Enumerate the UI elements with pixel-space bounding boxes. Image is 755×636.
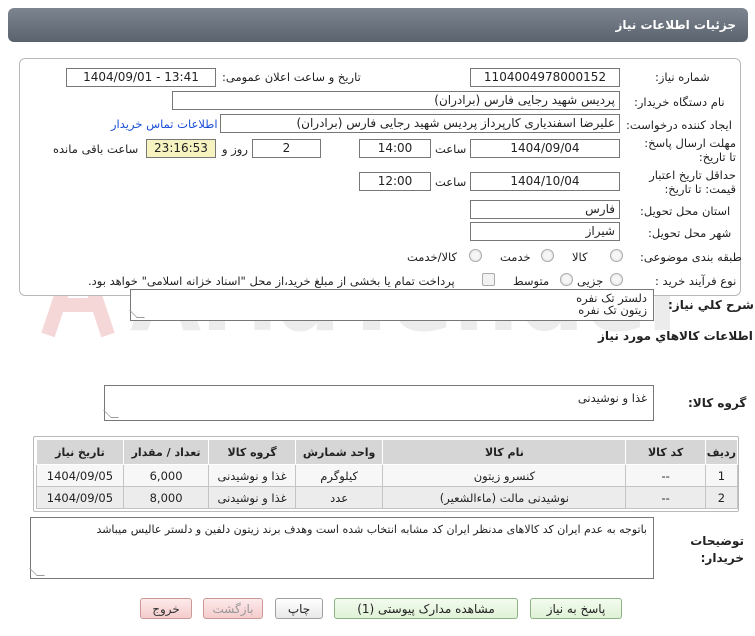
cell-qty: 6,000	[122, 464, 210, 487]
cell-group: غذا و نوشیدنی	[208, 464, 296, 487]
buyer-org-field[interactable]: پردیس شهید رجایی فارس (برادران)	[172, 91, 620, 110]
table-row[interactable]: 2 -- نوشیدنی مالت (ماءالشعیر) عدد غذا و …	[36, 486, 739, 509]
category-goods-radio[interactable]	[610, 249, 623, 262]
goods-group-label: گروه كالا:	[688, 396, 747, 410]
validity-date-field[interactable]: 1404/10/04	[470, 172, 620, 191]
requester-label: ايجاد کننده درخواست:	[626, 118, 732, 132]
announce-field[interactable]: 1404/09/01 - 13:41	[66, 68, 216, 87]
need-number-label: شماره نياز:	[655, 70, 710, 84]
announce-label: تاريخ و ساعت اعلان عمومی:	[222, 70, 361, 84]
days-label: روز و	[222, 142, 248, 156]
print-button[interactable]: چاپ	[275, 598, 323, 619]
process-label: نوع فرآیند خرید :	[655, 274, 737, 288]
page-title: جزئيات اطلاعات نياز	[8, 8, 748, 42]
cell-code: --	[625, 486, 706, 509]
validity-time-field[interactable]: 12:00	[359, 172, 431, 191]
process-small-label: جزیی	[577, 274, 604, 288]
goods-group-field[interactable]: غذا و نوشیدنی	[103, 385, 654, 421]
remaining-time-field: 23:16:53	[146, 139, 216, 158]
goods-group-value: غذا و نوشیدنی	[577, 391, 647, 405]
col-group: گروه كالا	[208, 439, 296, 465]
col-qty: تعداد / مقدار	[122, 439, 210, 465]
summary-line-2: زیتون تک نفره	[578, 303, 647, 317]
back-button[interactable]: بازگشت	[203, 598, 263, 619]
buyer-notes-textarea[interactable]: باتوجه به عدم ایران کد کالاهای مدنظر ایر…	[29, 517, 654, 579]
col-code: كد كالا	[625, 439, 706, 465]
category-service-radio[interactable]	[541, 249, 554, 262]
process-medium-label: متوسط	[513, 274, 550, 288]
cell-group: غذا و نوشیدنی	[208, 486, 296, 509]
validity-time-label: ساعت	[435, 175, 467, 189]
reply-button[interactable]: پاسخ به نياز	[530, 598, 622, 619]
need-number-field[interactable]: 1104004978000152	[470, 68, 620, 87]
items-table: رديف كد كالا نام كالا واحد شمارش گروه كا…	[36, 439, 739, 509]
buyer-notes-label: توضيحات خريدار:	[690, 534, 744, 565]
table-row[interactable]: 1 -- کنسرو زیتون کیلوگرم غذا و نوشیدنی 6…	[36, 464, 739, 487]
city-field[interactable]: شیراز	[470, 222, 620, 241]
goods-section-title: اطلاعات كالاهاي مورد نياز	[598, 329, 753, 343]
cell-row: 1	[704, 464, 739, 487]
cell-date: 1404/09/05	[36, 464, 124, 487]
buyer-notes-text: باتوجه به عدم ایران کد کالاهای مدنظر ایر…	[96, 523, 647, 536]
summary-label: شرح كلي نياز:	[668, 298, 754, 312]
days-field[interactable]: 2	[252, 139, 321, 158]
exit-button[interactable]: خروج	[140, 598, 192, 619]
cell-date: 1404/09/05	[36, 486, 124, 509]
category-service-label: خدمت	[500, 250, 531, 264]
province-label: استان محل تحويل:	[640, 204, 731, 218]
contact-buyer-link[interactable]: اطلاعات تماس خريدار	[111, 117, 218, 131]
items-table-wrapper: رديف كد كالا نام كالا واحد شمارش گروه كا…	[33, 436, 739, 512]
treasury-checkbox[interactable]	[482, 273, 495, 286]
deadline-time-label: ساعت	[435, 142, 467, 156]
cell-name: کنسرو زیتون	[382, 464, 627, 487]
view-attachments-button[interactable]: مشاهده مدارک پیوستی (1)	[334, 598, 518, 619]
deadline-label: مهلت ارسال پاسخ: تا تاريخ:	[644, 136, 736, 164]
remaining-label: ساعت باقی مانده	[53, 142, 139, 156]
cell-row: 2	[704, 486, 739, 509]
deadline-time-field[interactable]: 14:00	[359, 139, 431, 158]
cell-code: --	[625, 464, 706, 487]
category-goods-label: کالا	[572, 250, 588, 264]
col-unit: واحد شمارش	[294, 439, 384, 465]
resize-handle-icon[interactable]	[103, 410, 119, 418]
category-both-radio[interactable]	[469, 249, 482, 262]
col-date: تاريخ نياز	[36, 439, 124, 465]
cell-unit: کیلوگرم	[294, 464, 384, 487]
requester-field[interactable]: علیرضا اسفندیاری کارپرداز پردیس شهید رجا…	[220, 114, 620, 133]
cell-unit: عدد	[294, 486, 384, 509]
payment-note: پرداخت تمام یا بخشی از مبلغ خرید،از محل …	[88, 274, 455, 288]
category-both-label: کالا/خدمت	[407, 250, 458, 264]
category-label: طبقه بندی موضوعی:	[640, 250, 742, 264]
city-label: شهر محل تحويل:	[648, 226, 732, 240]
deadline-date-field[interactable]: 1404/09/04	[470, 139, 620, 158]
process-small-radio[interactable]	[610, 273, 623, 286]
summary-textarea[interactable]: دلستر تک نفره زیتون تک نفره	[129, 289, 654, 321]
province-field[interactable]: فارس	[470, 200, 620, 219]
validity-label: حداقل تاريخ اعتبار قيمت: تا تاريخ:	[649, 168, 736, 196]
col-name: نام كالا	[382, 439, 627, 465]
col-row: رديف	[704, 439, 739, 465]
table-header-row: رديف كد كالا نام كالا واحد شمارش گروه كا…	[36, 439, 739, 465]
process-medium-radio[interactable]	[560, 273, 573, 286]
resize-handle-icon[interactable]	[29, 568, 45, 576]
buyer-org-label: نام دستگاه خريدار:	[634, 95, 725, 109]
summary-line-1: دلستر تک نفره	[576, 291, 647, 305]
cell-name: نوشیدنی مالت (ماءالشعیر)	[382, 486, 627, 509]
cell-qty: 8,000	[122, 486, 210, 509]
